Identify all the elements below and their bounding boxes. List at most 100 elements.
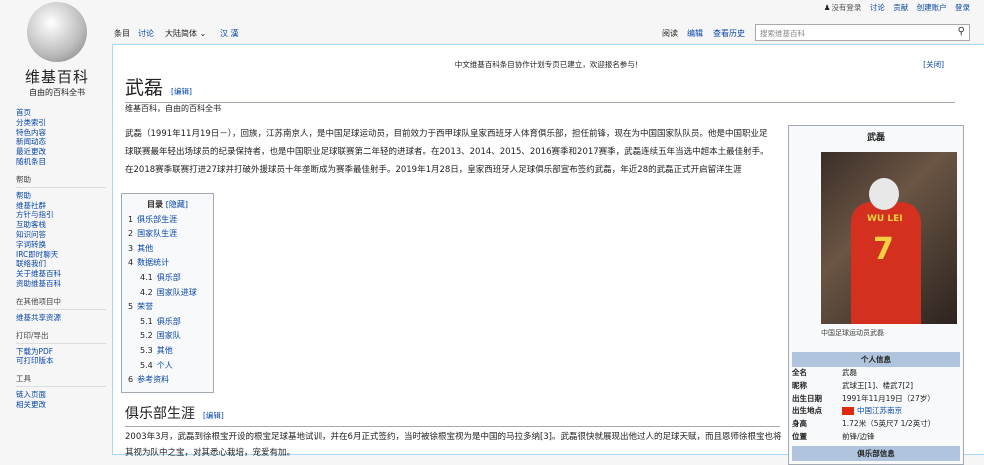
variant-label: 大陆简体	[165, 29, 197, 38]
search-icon[interactable]: ⚲	[958, 26, 965, 37]
toc-number: 3	[128, 243, 134, 253]
toc-item[interactable]: 4.1 俱乐部	[128, 271, 207, 286]
create-account-link[interactable]: 创建账户	[917, 3, 947, 12]
tab-talk[interactable]: 讨论	[138, 28, 154, 39]
infobox-value-wrap: 武球王[1]、楼武7[2]	[842, 380, 913, 393]
toc-item[interactable]: 3 其他	[128, 242, 207, 257]
close-notice-link[interactable]: [关闭]	[923, 59, 944, 70]
sidebar-item[interactable]: 方针与指引	[16, 210, 106, 220]
infobox-label: 出生地点	[792, 406, 822, 416]
toc-link[interactable]: 参考资料	[137, 375, 169, 384]
toc-link[interactable]: 国家队生涯	[137, 229, 177, 238]
sidebar-item[interactable]: 特色内容	[16, 128, 106, 138]
search-input[interactable]: 搜索维基百科 ⚲	[755, 24, 970, 41]
variant-dropdown[interactable]: 大陆简体 ⌄	[165, 28, 206, 39]
sidebar-item[interactable]: 新闻动态	[16, 137, 106, 147]
infobox-row: 位置 前锋/边锋	[792, 431, 962, 444]
toc-link[interactable]: 俱乐部生涯	[137, 215, 177, 224]
language-variant-button[interactable]: 汉 漢	[220, 28, 239, 39]
toc-item[interactable]: 5.1 俱乐部	[128, 315, 207, 330]
infobox-value-wrap: 1.72米（5英尺7 1/2英寸）	[842, 418, 935, 431]
sidebar-item[interactable]: 最近更改	[16, 147, 106, 157]
toc-link[interactable]: 俱乐部	[157, 273, 181, 282]
infobox-value-wrap: 1991年11月19日（27岁）	[842, 393, 935, 406]
toc-link[interactable]: 荣誉	[137, 302, 153, 311]
wikipedia-logo[interactable]: 维基百科 自由的百科全书	[12, 2, 102, 97]
player-photo[interactable]: WU LEI 7	[821, 152, 957, 324]
sidebar-nav: 首页 分类索引 特色内容 新闻动态 最近更改 随机条目	[16, 108, 106, 167]
sidebar-item[interactable]: 分类索引	[16, 118, 106, 128]
sidebar-item[interactable]: 链入页面	[16, 390, 106, 400]
infobox-row: 昵称 武球王[1]、楼武7[2]	[792, 380, 962, 393]
toc-number: 6	[128, 375, 134, 385]
personal-tools: ♟没有登录 讨论 贡献 创建账户 登录	[818, 2, 970, 13]
toc-hide-link[interactable]: [隐藏]	[166, 200, 188, 209]
toc-item[interactable]: 5.2 国家队	[128, 329, 207, 344]
infobox-value: 中国江苏南京	[857, 406, 902, 416]
sidebar-item[interactable]: 相关更改	[16, 400, 106, 410]
toc-item[interactable]: 1 俱乐部生涯	[128, 213, 207, 228]
sidebar-item[interactable]: 下载为PDF	[16, 347, 106, 357]
sidebar-item[interactable]: 关于维基百科	[16, 269, 106, 279]
edit-title-link[interactable]: [编辑]	[171, 87, 192, 96]
toc-item[interactable]: 4 数据统计	[128, 256, 207, 271]
globe-icon	[27, 2, 87, 62]
contributions-link[interactable]: 贡献	[893, 3, 908, 12]
toc-number: 5.1	[140, 316, 153, 326]
infobox-row: 出生地点 中国江苏南京	[792, 405, 962, 418]
login-link[interactable]: 登录	[955, 3, 970, 12]
section-heading: 俱乐部生涯 [编辑]	[125, 403, 780, 427]
infobox-title: 武磊	[866, 133, 885, 143]
infobox-value-wrap: 前锋/边锋	[842, 431, 875, 444]
tab-read[interactable]: 阅读	[662, 28, 678, 39]
sidebar-item[interactable]: 首页	[16, 108, 106, 118]
infobox-label: 身高	[792, 419, 807, 429]
talk-link[interactable]: 讨论	[870, 3, 885, 12]
sidebar-heading: 打印/导出	[16, 330, 106, 344]
sidebar-item[interactable]: 可打印版本	[16, 356, 106, 366]
sidebar-item[interactable]: 联络我们	[16, 259, 106, 269]
section-title: 俱乐部生涯	[125, 406, 195, 422]
photo-caption: 中国足球运动员武磊	[821, 329, 884, 337]
toc-link[interactable]: 个人	[157, 361, 173, 370]
sidebar-item[interactable]: IRC即时聊天	[16, 250, 106, 260]
toc-item[interactable]: 5 荣誉	[128, 300, 207, 315]
toc-title: 目录	[146, 200, 163, 209]
toc-item[interactable]: 4.2 国家队进球	[128, 286, 207, 301]
sidebar-item[interactable]: 维基共享资源	[16, 313, 106, 323]
sidebar-item[interactable]: 维基社群	[16, 201, 106, 211]
sidebar-item[interactable]: 知识问答	[16, 230, 106, 240]
china-flag-icon	[842, 407, 854, 416]
toc-number: 4.1	[140, 272, 153, 282]
personal-info-header: 个人信息	[792, 352, 960, 367]
toc-item[interactable]: 2 国家队生涯	[128, 227, 207, 242]
edit-section-link[interactable]: [编辑]	[203, 411, 224, 420]
section-paragraph: 2003年3月，武磊到徐根宝开设的根宝足球基地试训，并在6月正式签约，当时被徐根…	[125, 432, 782, 458]
toc-item[interactable]: 5.4 个人	[128, 359, 207, 374]
sidebar-item[interactable]: 帮助	[16, 191, 106, 201]
sidebar-item[interactable]: 随机条目	[16, 157, 106, 167]
toc-link[interactable]: 俱乐部	[157, 317, 181, 326]
toc-link[interactable]: 其他	[137, 244, 153, 253]
toc-item[interactable]: 6 参考资料	[128, 373, 207, 388]
content: 中文维基百科条目协作计划专页已建立，欢迎报名参与！ [关闭] 武磊 [编辑] 维基…	[112, 44, 984, 465]
sidebar-item[interactable]: 资助维基百科	[16, 279, 106, 289]
toc-number: 4.2	[140, 287, 153, 297]
toc-link[interactable]: 数据统计	[137, 258, 169, 267]
sidebar-item[interactable]: 字词转换	[16, 240, 106, 250]
sidebar: 首页 分类索引 特色内容 新闻动态 最近更改 随机条目 帮助 帮助 维基社群 方针与指引 互助客…	[16, 108, 106, 417]
toc-link[interactable]: 其他	[157, 346, 173, 355]
tab-edit[interactable]: 编辑	[687, 28, 703, 39]
tab-history[interactable]: 查看历史	[713, 28, 745, 39]
chevron-down-icon: ⌄	[199, 29, 207, 38]
tab-article[interactable]: 条目	[114, 28, 130, 39]
infobox-value-wrap: 武磊	[842, 367, 857, 380]
infobox-label: 位置	[792, 431, 807, 441]
sidebar-item[interactable]: 互助客栈	[16, 220, 106, 230]
toc-link[interactable]: 国家队进球	[157, 288, 197, 297]
sidebar-heading: 帮助	[16, 174, 106, 188]
toc-link[interactable]: 国家队	[157, 331, 181, 340]
user-icon: ♟	[823, 3, 831, 12]
infobox-label: 昵称	[792, 380, 807, 390]
toc-item[interactable]: 5.3 其他	[128, 344, 207, 359]
